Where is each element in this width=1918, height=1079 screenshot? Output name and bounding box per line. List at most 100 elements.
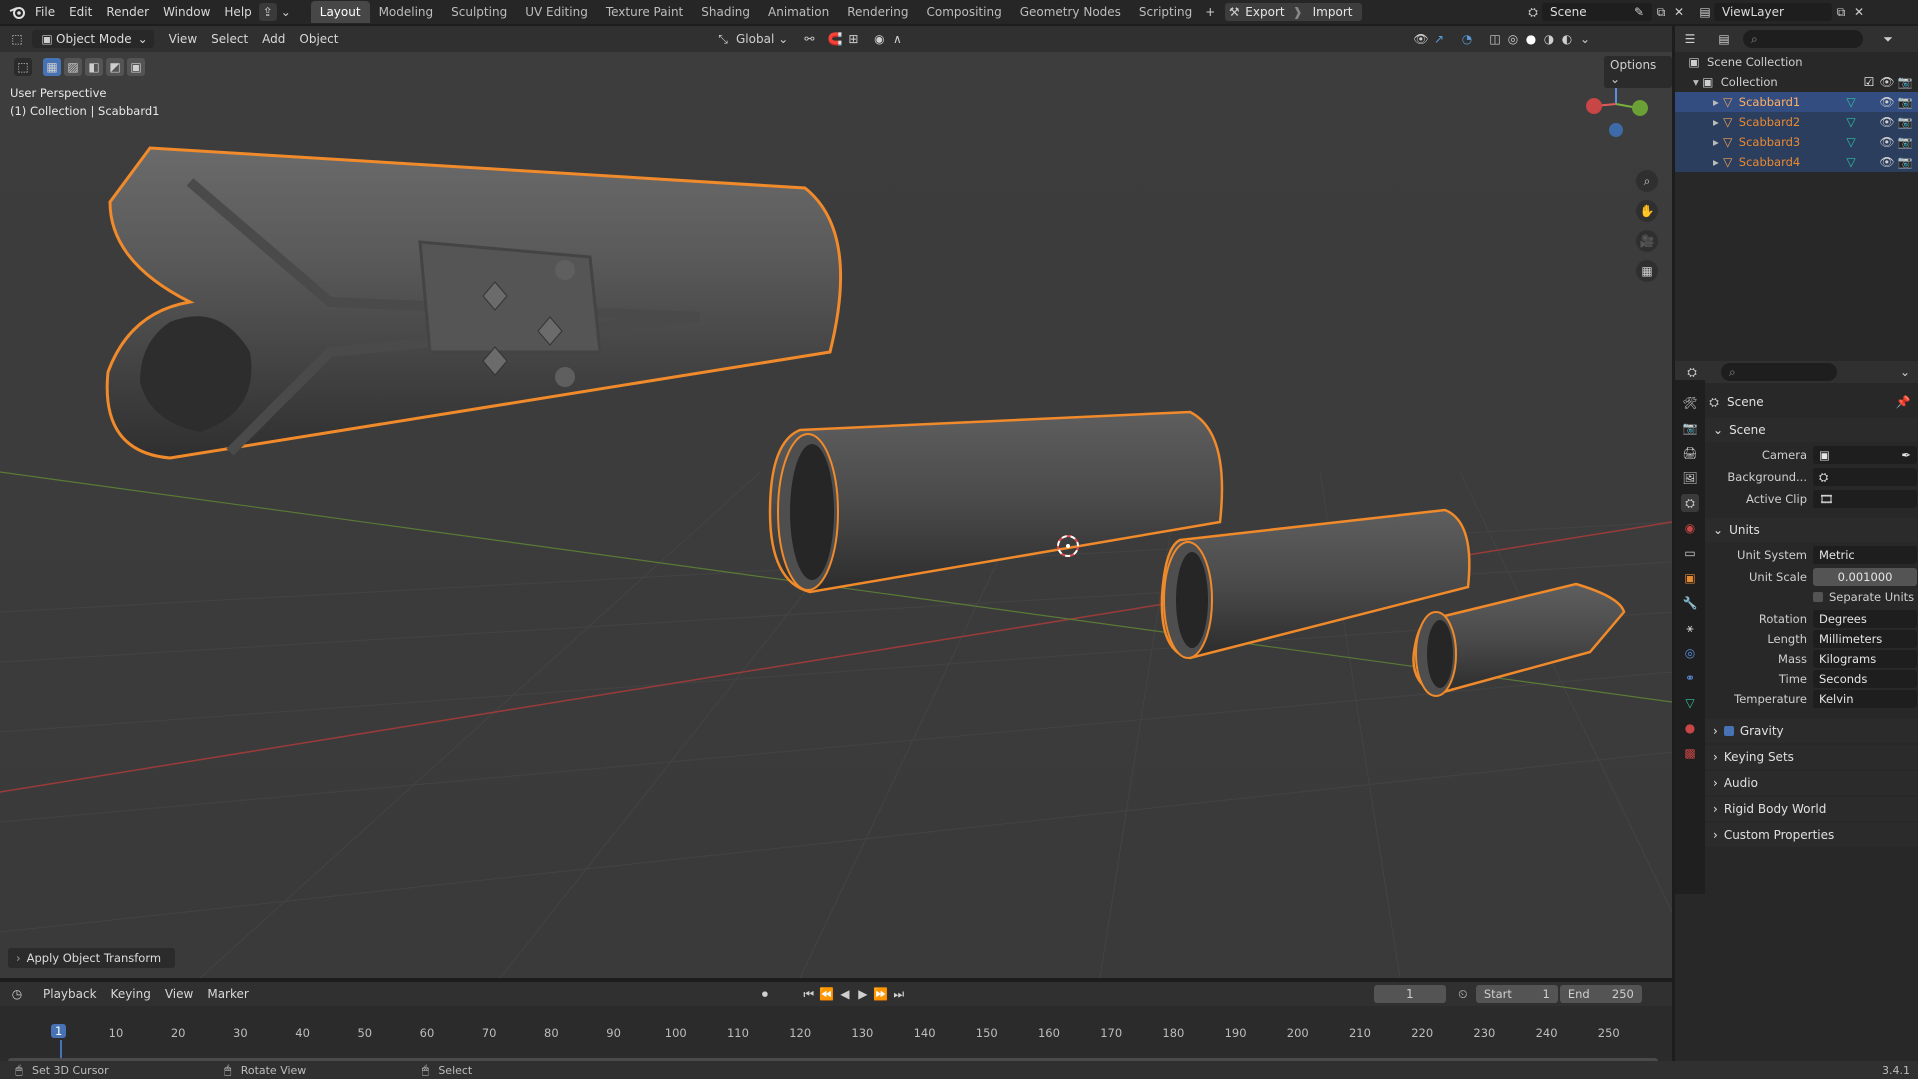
- audio-panel[interactable]: › Audio: [1705, 771, 1918, 795]
- gizmo-icon[interactable]: ↗: [1430, 30, 1448, 48]
- current-frame-input[interactable]: 1: [1373, 985, 1446, 1003]
- gravity-panel[interactable]: › Gravity: [1705, 719, 1918, 743]
- visibility-eye-icon[interactable]: 👁: [1878, 133, 1896, 151]
- texture-tab-icon[interactable]: ▩: [1681, 744, 1699, 762]
- mode-selector[interactable]: ▣ Object Mode ⌄: [32, 30, 154, 48]
- display-mode-icon[interactable]: ▤: [1715, 30, 1733, 48]
- tab-texture-paint[interactable]: Texture Paint: [597, 1, 692, 23]
- active-clip-field[interactable]: 🎞: [1813, 490, 1917, 508]
- outliner-item-scabbard1[interactable]: ▸ ▽ Scabbard1 ▽ 👁 📷: [1675, 92, 1918, 112]
- tab-shading[interactable]: Shading: [692, 1, 759, 23]
- select-subtract-icon[interactable]: ◧: [85, 58, 103, 76]
- tool-tab-icon[interactable]: 🛠: [1681, 394, 1699, 412]
- pin-icon[interactable]: ✎: [1630, 3, 1648, 21]
- material-tab-icon[interactable]: ●: [1681, 719, 1699, 737]
- end-frame-field[interactable]: End 250: [1559, 985, 1642, 1003]
- add-workspace-icon[interactable]: +: [1201, 3, 1219, 21]
- select-extend-icon[interactable]: ▨: [64, 58, 82, 76]
- overlay-icon[interactable]: ◔: [1458, 30, 1476, 48]
- new-view-layer-icon[interactable]: ⧉: [1832, 3, 1850, 21]
- falloff-icon[interactable]: ∧: [888, 30, 906, 48]
- record-icon[interactable]: ⏺: [756, 985, 774, 1003]
- snap-target-icon[interactable]: ⊞: [844, 30, 862, 48]
- chevron-down-icon[interactable]: ⌄: [277, 3, 295, 21]
- data-tab-icon[interactable]: ▽: [1681, 694, 1699, 712]
- tab-sculpting[interactable]: Sculpting: [442, 1, 516, 23]
- chevron-down-icon[interactable]: ⌄: [1896, 363, 1914, 381]
- render-camera-icon[interactable]: 📷: [1896, 153, 1914, 171]
- gravity-checkbox[interactable]: [1723, 726, 1734, 736]
- keying-sets-panel[interactable]: › Keying Sets: [1705, 745, 1918, 769]
- render-camera-icon[interactable]: 📷: [1896, 93, 1914, 111]
- snap-icon[interactable]: 🧲: [826, 30, 844, 48]
- rotation-select[interactable]: Degrees: [1813, 610, 1917, 628]
- filter-icon[interactable]: ⏷: [1879, 30, 1897, 48]
- outliner-item-scabbard4[interactable]: ▸ ▽ Scabbard4 ▽ 👁 📷: [1675, 152, 1918, 172]
- view-layer-icon[interactable]: ▤: [1696, 3, 1714, 21]
- visibility-eye-icon[interactable]: 👁: [1878, 113, 1896, 131]
- timeline-marker-menu[interactable]: Marker: [200, 983, 255, 1005]
- timeline-editor-icon[interactable]: ◷: [8, 985, 26, 1003]
- outliner-item-scabbard2[interactable]: ▸ ▽ Scabbard2 ▽ 👁 📷: [1675, 112, 1918, 132]
- visibility-eye-icon[interactable]: 👁: [1878, 73, 1896, 91]
- outliner-editor-icon[interactable]: ☰: [1681, 30, 1699, 48]
- ortho-grid-icon[interactable]: ▦: [1636, 260, 1658, 282]
- visibility-icon[interactable]: 👁: [1412, 30, 1430, 48]
- custom-properties-panel[interactable]: › Custom Properties: [1705, 823, 1918, 847]
- camera-view-icon[interactable]: 🎥: [1636, 230, 1658, 252]
- close-view-layer-icon[interactable]: ✕: [1850, 3, 1868, 21]
- last-operator-panel[interactable]: › Apply Object Transform: [8, 948, 176, 968]
- upload-icon[interactable]: ⇪: [258, 3, 277, 21]
- modifier-tab-icon[interactable]: 🔧: [1681, 594, 1699, 612]
- shading-options-icon[interactable]: ⌄: [1576, 30, 1594, 48]
- pan-hand-icon[interactable]: ✋: [1636, 200, 1658, 222]
- world-tab-icon[interactable]: ◉: [1681, 519, 1699, 537]
- vp-menu-view[interactable]: View: [162, 28, 204, 50]
- preview-range-icon[interactable]: ⏲: [1454, 985, 1472, 1003]
- render-camera-icon[interactable]: 📷: [1896, 73, 1914, 91]
- select-new-icon[interactable]: ▦: [43, 58, 61, 76]
- exclude-checkbox-icon[interactable]: ☑: [1860, 73, 1878, 91]
- mass-select[interactable]: Kilograms: [1813, 650, 1917, 668]
- object-tab-icon[interactable]: ▣: [1681, 569, 1699, 587]
- 3d-viewport[interactable]: Z User Perspective (1) Collection | Scab…: [0, 52, 1672, 978]
- visibility-eye-icon[interactable]: 👁: [1878, 93, 1896, 111]
- particles-tab-icon[interactable]: ⚹: [1681, 619, 1699, 637]
- play-icon[interactable]: ▶: [854, 985, 872, 1003]
- unit-scale-input[interactable]: 0.001000: [1813, 568, 1917, 586]
- properties-editor-icon[interactable]: ⛭: [1683, 363, 1701, 381]
- visibility-eye-icon[interactable]: 👁: [1878, 153, 1896, 171]
- xray-icon[interactable]: ◫: [1486, 30, 1504, 48]
- import-button[interactable]: Import: [1303, 5, 1363, 19]
- menu-file[interactable]: File: [28, 1, 62, 23]
- blender-logo-icon[interactable]: [6, 3, 28, 21]
- render-camera-icon[interactable]: 📷: [1896, 113, 1914, 131]
- view-layer-selector[interactable]: ViewLayer: [1714, 3, 1832, 21]
- constraints-tab-icon[interactable]: ⚭: [1681, 669, 1699, 687]
- transform-orientation-icon[interactable]: ⤡: [714, 30, 732, 48]
- zoom-icon[interactable]: ⌕: [1636, 170, 1658, 192]
- prev-keyframe-icon[interactable]: ⏪: [818, 985, 836, 1003]
- next-keyframe-icon[interactable]: ⏩: [872, 985, 890, 1003]
- new-scene-icon[interactable]: ⧉: [1652, 3, 1670, 21]
- material-shading-icon[interactable]: ◑: [1540, 30, 1558, 48]
- physics-tab-icon[interactable]: ◎: [1681, 644, 1699, 662]
- time-select[interactable]: Seconds: [1813, 670, 1917, 688]
- vp-menu-select[interactable]: Select: [204, 28, 255, 50]
- wireframe-shading-icon[interactable]: ◎: [1504, 30, 1522, 48]
- temperature-select[interactable]: Kelvin: [1813, 690, 1917, 708]
- close-icon[interactable]: ✕: [1670, 3, 1688, 21]
- camera-field[interactable]: ▣ ✒: [1813, 446, 1917, 464]
- tab-rendering[interactable]: Rendering: [838, 1, 917, 23]
- proportional-edit-icon[interactable]: ◉: [870, 30, 888, 48]
- background-field[interactable]: ⛭: [1813, 468, 1917, 486]
- outliner-collection[interactable]: ▾ ▣ Collection ☑ 👁 📷: [1675, 72, 1918, 92]
- unit-system-select[interactable]: Metric: [1813, 546, 1917, 564]
- tab-modeling[interactable]: Modeling: [370, 1, 443, 23]
- properties-search-input[interactable]: ⌕: [1721, 363, 1837, 381]
- jump-start-icon[interactable]: ⏮: [800, 985, 818, 1003]
- pin-icon[interactable]: 📌: [1894, 393, 1912, 411]
- timeline-playback-menu[interactable]: Playback: [36, 983, 104, 1005]
- timeline-keying-menu[interactable]: Keying: [104, 983, 158, 1005]
- tab-animation[interactable]: Animation: [759, 1, 838, 23]
